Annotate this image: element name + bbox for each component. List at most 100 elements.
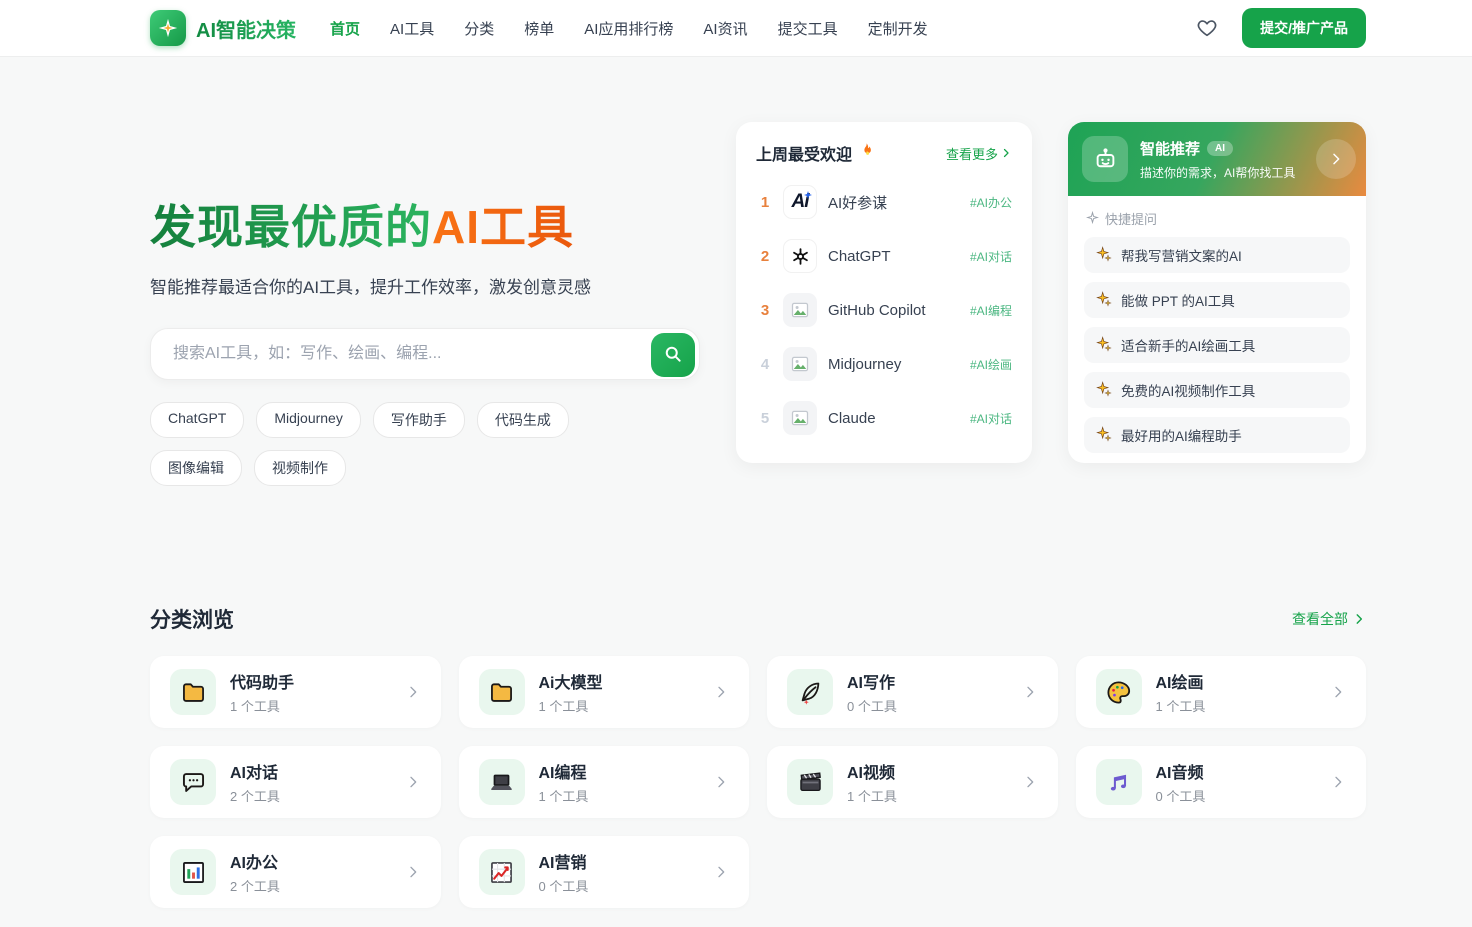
nav-item-home[interactable]: 首页 [330,18,360,39]
nav-item-submit-tool[interactable]: 提交工具 [778,18,838,39]
popular-item-claude[interactable]: 5 Claude #AI对话 [756,391,1012,445]
page-subtitle: 智能推荐最适合你的AI工具，提升工作效率，激发创意灵感 [150,278,592,298]
music-note-icon [1095,759,1142,806]
title-green-part: 发现最优质的 [150,201,432,253]
chevron-right-icon [405,684,421,700]
chevron-right-icon [1330,774,1346,790]
palette-icon [1095,669,1142,716]
tag-pill-video[interactable]: 视频制作 [254,450,346,487]
tool-name: Claude [828,409,876,427]
search-icon [663,344,683,367]
category-card-code-assistant[interactable]: 代码助手 1 个工具 [150,656,441,729]
category-grid: 代码助手 1 个工具 Ai大模型 1 个工具 AI写作 0 个工具 AI绘画 1… [150,656,1366,909]
chart-up-icon [478,849,525,896]
tool-name: Midjourney [828,355,902,373]
hot-tags: ChatGPT Midjourney 写作助手 代码生成 图像编辑 视频制作 [150,402,630,487]
nav-item-custom-dev[interactable]: 定制开发 [868,18,928,39]
category-card-ai-writing[interactable]: AI写作 0 个工具 [767,656,1058,729]
page-title: 发现最优质的AI工具 [150,200,700,255]
rank-number: 1 [760,193,770,211]
folder-icon [478,669,525,716]
category-card-ai-video[interactable]: AI视频 1 个工具 [767,746,1058,819]
site-title: AI智能决策 [196,14,296,43]
quick-question-beginner-painting[interactable]: 适合新手的AI绘画工具 [1084,327,1350,363]
title-orange-part: AI工具 [432,201,574,253]
recommend-open-button[interactable] [1316,139,1356,179]
sparkle-icon [1096,290,1112,310]
sparkle-icon [1096,245,1112,265]
ai-recommend-header[interactable]: 智能推荐 AI 描述你的需求，AI帮你找工具 [1068,122,1366,196]
popular-item-chatgpt[interactable]: 2 ChatGPT #AI对话 [756,229,1012,283]
sparkle-outline-icon [1085,210,1100,227]
category-card-ai-office[interactable]: AI办公 2 个工具 [150,836,441,909]
tag-pill-writing[interactable]: 写作助手 [372,402,465,439]
sparkle-icon [1096,425,1112,445]
tool-category-tag: #AI办公 [969,195,1012,210]
chevron-right-icon [1022,774,1038,790]
chevron-right-icon [1330,684,1346,700]
search-button[interactable] [651,333,695,378]
quick-question-ppt[interactable]: 能做 PPT 的AI工具 [1084,282,1350,318]
broken-image-icon [783,293,817,327]
rank-number: 3 [760,301,770,319]
category-card-ai-llm[interactable]: Ai大模型 1 个工具 [458,656,749,729]
rank-number: 2 [760,247,770,265]
tool-category-tag: #AI编程 [969,303,1012,318]
submit-promote-button[interactable]: 提交/推广产品 [1242,8,1366,48]
broken-image-icon [783,347,817,381]
broken-image-icon [783,401,817,435]
category-card-ai-painting[interactable]: AI绘画 1 个工具 [1075,656,1366,729]
laptop-icon [478,759,525,806]
quick-question-coding-assistant[interactable]: 最好用的AI编程助手 [1084,417,1350,453]
nav-item-categories[interactable]: 分类 [464,18,494,39]
ai-badge: AI [1207,140,1234,156]
category-card-ai-audio[interactable]: AI音频 0 个工具 [1075,746,1366,819]
site-logo[interactable]: AI智能决策 [150,10,296,46]
tag-pill-midjourney[interactable]: Midjourney [256,402,361,439]
quick-question-marketing-copy[interactable]: 帮我写营销文案的AI [1084,237,1350,273]
nav-item-ai-news[interactable]: AI资讯 [703,18,747,39]
search-bar [150,328,700,381]
main-nav: 首页 AI工具 分类 榜单 AI应用排行榜 AI资讯 提交工具 定制开发 [330,18,928,39]
clapperboard-icon [787,759,833,806]
quick-question-free-video[interactable]: 免费的AI视频制作工具 [1084,372,1350,408]
popular-item-github-copilot[interactable]: 3 GitHub Copilot #AI编程 [756,283,1012,337]
favorites-heart-icon[interactable] [1196,17,1218,39]
feather-pen-icon [787,669,833,716]
chevron-right-icon [1022,684,1038,700]
recommend-title: 智能推荐 [1140,140,1201,158]
tag-pill-image-edit[interactable]: 图像编辑 [150,450,242,487]
popular-more-link[interactable]: 查看更多 [946,144,1012,163]
search-input[interactable] [151,329,699,380]
top-navbar: AI智能决策 首页 AI工具 分类 榜单 AI应用排行榜 AI资讯 提交工具 定… [0,0,1472,56]
tag-pill-chatgpt[interactable]: ChatGPT [150,402,245,439]
tool-name: ChatGPT [828,247,891,265]
chevron-right-icon [713,774,729,790]
nav-item-app-rankings[interactable]: AI应用排行榜 [584,18,673,39]
openai-logo-icon [783,239,817,273]
category-card-ai-coding[interactable]: AI编程 1 个工具 [458,746,749,819]
nav-item-rankings[interactable]: 榜单 [524,18,554,39]
tool-category-tag: #AI对话 [969,411,1012,426]
popular-item-ai-haocanmou[interactable]: 1 Ai AI好参谋 #AI办公 [756,175,1012,229]
folder-icon [170,669,216,716]
categories-title: 分类浏览 [150,609,234,633]
tag-pill-codegen[interactable]: 代码生成 [476,402,569,439]
chevron-right-icon [713,864,729,880]
view-all-link[interactable]: 查看全部 [1292,609,1366,629]
logo-star-icon [150,10,186,46]
nav-item-ai-tools[interactable]: AI工具 [390,18,434,39]
fire-icon [858,142,875,164]
tool-name: AI好参谋 [828,194,888,212]
tool-name: GitHub Copilot [828,301,926,319]
tool-category-tag: #AI绘画 [969,357,1012,372]
popular-panel: 上周最受欢迎 查看更多 1 Ai AI好参谋 #AI办公 2 ChatGPT #… [736,122,1032,463]
category-card-ai-chat[interactable]: AI对话 2 个工具 [150,746,441,819]
popular-list: 1 Ai AI好参谋 #AI办公 2 ChatGPT #AI对话 3 GitHu… [756,175,1012,445]
chevron-right-icon [405,864,421,880]
category-card-ai-marketing[interactable]: AI营销 0 个工具 [458,836,749,909]
popular-title: 上周最受欢迎 [756,147,853,164]
popular-item-midjourney[interactable]: 4 Midjourney #AI绘画 [756,337,1012,391]
sparkle-icon [1096,335,1112,355]
chevron-right-icon [713,684,729,700]
